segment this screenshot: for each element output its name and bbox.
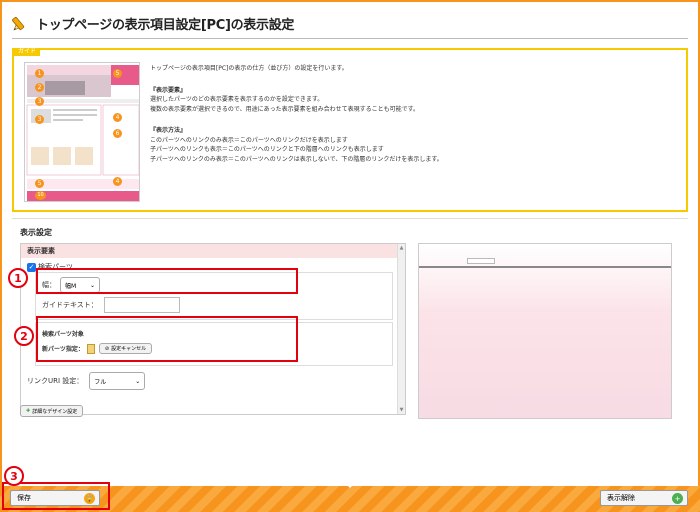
main-frame: トップページの表示項目設定[PC]の表示設定 ガイド 1 5 2 3 4 6 3… [2,2,698,486]
guide-text: トップページの表示項目[PC]の表示の仕方（並び方）の設定を行います。 『表示要… [150,64,670,164]
add-design-button[interactable]: ✚ 詳細なデザイン設定 [20,405,84,417]
guide-box: ガイド 1 5 2 3 4 6 3 4 5 10 トップページの表示項目[PC]… [12,48,688,212]
guide-line: 子パーツへのリンクのみ表示＝このパーツへのリンクは表示しないで、下の階層のリンク… [150,155,443,163]
annotation-number-2: 2 [14,326,34,346]
thumb-badge: 5 [113,69,122,78]
page-title: トップページの表示項目設定[PC]の表示設定 [36,17,295,33]
scroll-down-icon[interactable]: ▼ [398,406,405,414]
guide-section-title: 『表示方法』 [150,127,187,134]
thumb-badge: 5 [35,179,44,188]
chevron-down-icon: ⌄ [135,377,141,385]
panel-header: 表示要素 [21,244,405,258]
thumb-badge: 3 [35,115,44,124]
header-divider [12,38,688,39]
preview-pane [418,243,672,419]
link-uri-select[interactable]: フル ⌄ [89,372,146,390]
preview-tab [467,258,495,264]
annotation-box-1 [36,268,298,294]
pencil-icon [12,16,25,31]
annotation-box-2 [36,316,298,362]
thumb-badge: 10 [35,191,46,200]
layout-thumbnail: 1 5 2 3 4 6 3 4 5 10 [24,62,140,202]
link-uri-label: リンクURI 設定： [27,377,84,385]
guide-tag: ガイド [14,48,41,56]
annotation-number-1: 1 [8,268,28,288]
guide-line: 複数の表示要素が選択できるので、用途にあった表示要素を組み合わせて表現することも… [150,105,420,113]
thumb-badge: 3 [35,97,44,106]
thumb-badge: 4 [113,177,122,186]
annotation-box-3 [2,482,110,510]
release-display-button[interactable]: 表示解除 + [600,490,688,506]
guide-text-label: ガイドテキスト： [42,301,98,309]
link-uri-value: フル [94,378,107,386]
guide-line: 選択したパーツのどの表示要素を表示するのかを設定できます。 [150,96,324,103]
preview-header-line [419,266,671,268]
annotation-number-3: 3 [4,466,24,486]
thumb-badge: 6 [113,129,122,138]
scroll-up-icon[interactable]: ▲ [398,244,405,252]
guide-text-input[interactable] [103,297,180,313]
panel-scrollbar[interactable]: ▲ ▼ [397,244,405,414]
page-header: トップページの表示項目設定[PC]の表示設定 [12,10,294,36]
thumb-badge: 1 [35,69,44,78]
plus-icon: ✚ [26,408,31,414]
guide-section-title: 『表示要素』 [150,86,187,94]
settings-title: 表示設定 [20,228,52,237]
plus-circle-icon: + [672,493,683,504]
search-parts-checkbox[interactable]: ✓ [27,262,36,272]
guide-line: 子パーツへのリンクも表示＝このパーツへのリンクと下の階層へのリンクも表示します [150,146,384,153]
link-uri-row: リンクURI 設定： フル ⌄ [27,372,146,390]
thumb-badge: 2 [35,83,44,92]
guide-intro: トップページの表示項目[PC]の表示の仕方（並び方）の設定を行います。 [150,65,348,72]
guide-line: このパーツへのリンクのみ表示＝このパーツへのリンクだけを表示します [150,136,348,144]
footer-notch [344,482,356,488]
thumb-badge: 4 [113,113,122,122]
